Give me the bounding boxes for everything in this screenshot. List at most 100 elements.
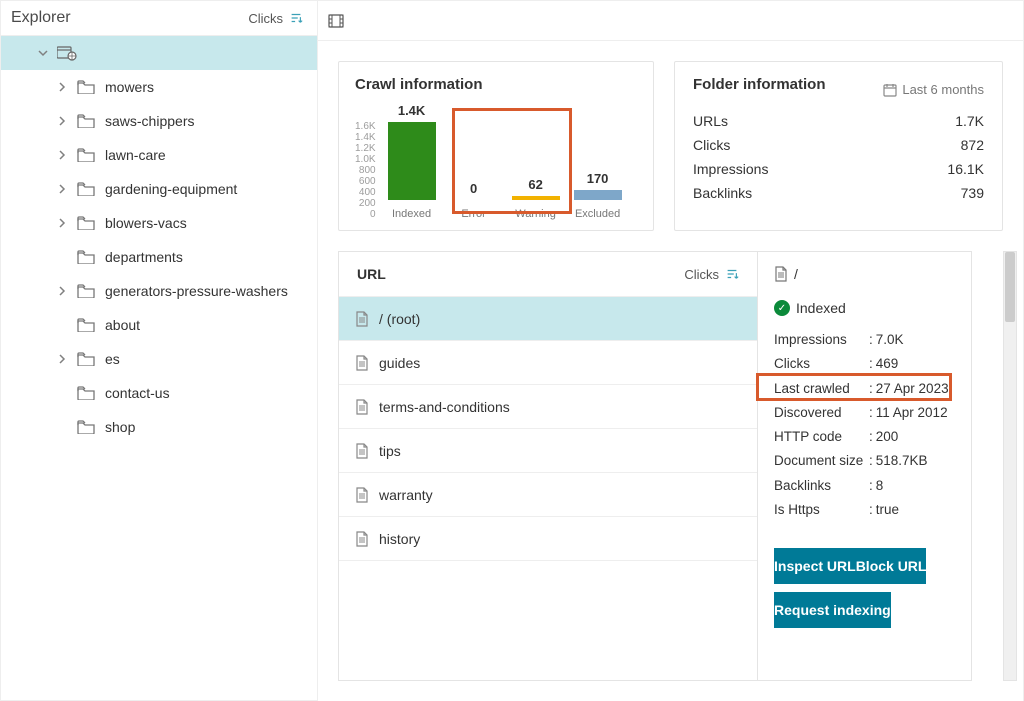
bar-rect	[388, 122, 436, 200]
detail-key: Impressions	[774, 328, 869, 352]
crawl-bar-warning[interactable]: 62Warning	[512, 177, 560, 220]
url-row[interactable]: history	[339, 517, 757, 561]
tree-root[interactable]	[1, 36, 317, 70]
detail-kv: Clicks:469	[774, 352, 955, 376]
sidebar-item-departments[interactable]: departments	[1, 240, 317, 274]
detail-value: 8	[876, 474, 884, 498]
detail-kv: Last crawled:27 Apr 2023	[774, 377, 955, 401]
detail-value: 7.0K	[876, 328, 904, 352]
tree-item-label: mowers	[105, 79, 154, 95]
crawl-info-card: Crawl information 1.6K1.4K1.2K1.0K800600…	[338, 61, 654, 231]
sort-icon	[725, 267, 739, 281]
detail-key: Is Https	[774, 498, 869, 522]
chevron-down-icon	[37, 47, 49, 59]
chevron-right-icon	[57, 354, 69, 364]
bar-value: 0	[470, 181, 477, 196]
scrollbar[interactable]	[1003, 251, 1017, 681]
sidebar-item-contact-us[interactable]: contact-us	[1, 376, 317, 410]
crawl-bars: 1.4KIndexed 0Error 62Warning 170 Excluded	[388, 103, 637, 220]
sidebar-item-shop[interactable]: shop	[1, 410, 317, 444]
url-list-title: URL	[357, 266, 386, 282]
date-range[interactable]: Last 6 months	[883, 82, 984, 97]
url-row[interactable]: terms-and-conditions	[339, 385, 757, 429]
bar-value: 170	[587, 171, 609, 186]
tree-item-label: lawn-care	[105, 147, 166, 163]
globe-folder-icon	[57, 45, 77, 61]
film-icon[interactable]	[328, 13, 344, 29]
url-sort-label: Clicks	[684, 267, 719, 282]
chevron-right-icon	[57, 184, 69, 194]
metric-value: 1.7K	[947, 113, 984, 129]
bar-rect	[512, 196, 560, 200]
detail-key: Document size	[774, 449, 869, 473]
tree-item-label: saws-chippers	[105, 113, 194, 129]
sidebar-item-gardening-equipment[interactable]: gardening-equipment	[1, 172, 317, 206]
status-row: ✓ Indexed	[774, 300, 955, 316]
sidebar-title: Explorer	[11, 9, 71, 27]
crawl-title: Crawl information	[355, 76, 637, 93]
status-label: Indexed	[796, 300, 846, 316]
document-icon	[774, 266, 788, 282]
detail-panel: / ✓ Indexed Impressions:7.0KClicks:469La…	[758, 251, 972, 681]
crawl-bar-error[interactable]: 0Error	[450, 181, 498, 220]
scrollbar-thumb[interactable]	[1005, 252, 1015, 322]
tree-item-label: gardening-equipment	[105, 181, 237, 197]
tree-item-label: departments	[105, 249, 183, 265]
metric-key: Clicks	[693, 137, 947, 153]
bar-rect	[574, 190, 622, 200]
bar-label: Excluded	[575, 208, 620, 220]
url-list-panel: URL Clicks / (root)guidesterms-and-condi…	[338, 251, 758, 681]
metric-key: Backlinks	[693, 185, 947, 201]
detail-value: true	[876, 498, 899, 522]
url-sort[interactable]: Clicks	[684, 267, 739, 282]
folder-tree: mowers saws-chippers lawn-care gardening-eq…	[1, 36, 317, 444]
sidebar-sort[interactable]: Clicks	[248, 11, 303, 26]
app-root: Explorer Clicks mowers saws-chippers lawn-…	[0, 0, 1024, 701]
metric-key: URLs	[693, 113, 947, 129]
main-area: Crawl information 1.6K1.4K1.2K1.0K800600…	[318, 0, 1024, 701]
url-row[interactable]: tips	[339, 429, 757, 473]
sidebar-item-blowers-vacs[interactable]: blowers-vacs	[1, 206, 317, 240]
main-toolbar	[318, 1, 1023, 41]
detail-value: 27 Apr 2023	[876, 377, 949, 401]
bar-label: Warning	[515, 208, 556, 220]
crawl-bar-excluded[interactable]: 170 Excluded	[574, 171, 622, 220]
crawl-chart: 1.6K1.4K1.2K1.0K8006004002000 1.4KIndexe…	[355, 103, 637, 220]
detail-key: Backlinks	[774, 474, 869, 498]
content-row: URL Clicks / (root)guidesterms-and-condi…	[318, 251, 1023, 701]
detail-kv: Is Https:true	[774, 498, 955, 522]
sidebar-item-generators-pressure-washers[interactable]: generators-pressure-washers	[1, 274, 317, 308]
detail-key: Discovered	[774, 401, 869, 425]
block-url-button[interactable]: Block URL	[856, 548, 927, 584]
detail-value: 11 Apr 2012	[876, 401, 948, 425]
request-indexing-button[interactable]: Request indexing	[774, 592, 891, 628]
chevron-right-icon	[57, 82, 69, 92]
crawl-yaxis: 1.6K1.4K1.2K1.0K8006004002000	[355, 121, 376, 220]
sidebar-header: Explorer Clicks	[1, 1, 317, 36]
detail-kv: Discovered:11 Apr 2012	[774, 401, 955, 425]
tree-item-label: shop	[105, 419, 135, 435]
tree-item-label: contact-us	[105, 385, 170, 401]
cards-row: Crawl information 1.6K1.4K1.2K1.0K800600…	[318, 41, 1023, 251]
url-row-label: tips	[379, 443, 401, 459]
url-row-label: history	[379, 531, 420, 547]
sidebar-item-lawn-care[interactable]: lawn-care	[1, 138, 317, 172]
detail-value: 469	[876, 352, 899, 376]
crawl-bar-indexed[interactable]: 1.4KIndexed	[388, 103, 436, 220]
url-row[interactable]: / (root)	[339, 297, 757, 341]
date-range-label: Last 6 months	[902, 82, 984, 97]
sidebar-item-es[interactable]: es	[1, 342, 317, 376]
url-row[interactable]: guides	[339, 341, 757, 385]
sidebar-item-about[interactable]: about	[1, 308, 317, 342]
metric-key: Impressions	[693, 161, 947, 177]
sidebar-item-mowers[interactable]: mowers	[1, 70, 317, 104]
inspect-url-button[interactable]: Inspect URL	[774, 548, 856, 584]
sidebar-item-saws-chippers[interactable]: saws-chippers	[1, 104, 317, 138]
folder-info-card: Folder information Last 6 months URLs1.7…	[674, 61, 1003, 231]
url-row[interactable]: warranty	[339, 473, 757, 517]
tree-item-label: generators-pressure-washers	[105, 283, 288, 299]
sort-label: Clicks	[248, 11, 283, 26]
detail-kv: Document size:518.7KB	[774, 449, 955, 473]
detail-key: Clicks	[774, 352, 869, 376]
bar-value: 1.4K	[398, 103, 425, 118]
